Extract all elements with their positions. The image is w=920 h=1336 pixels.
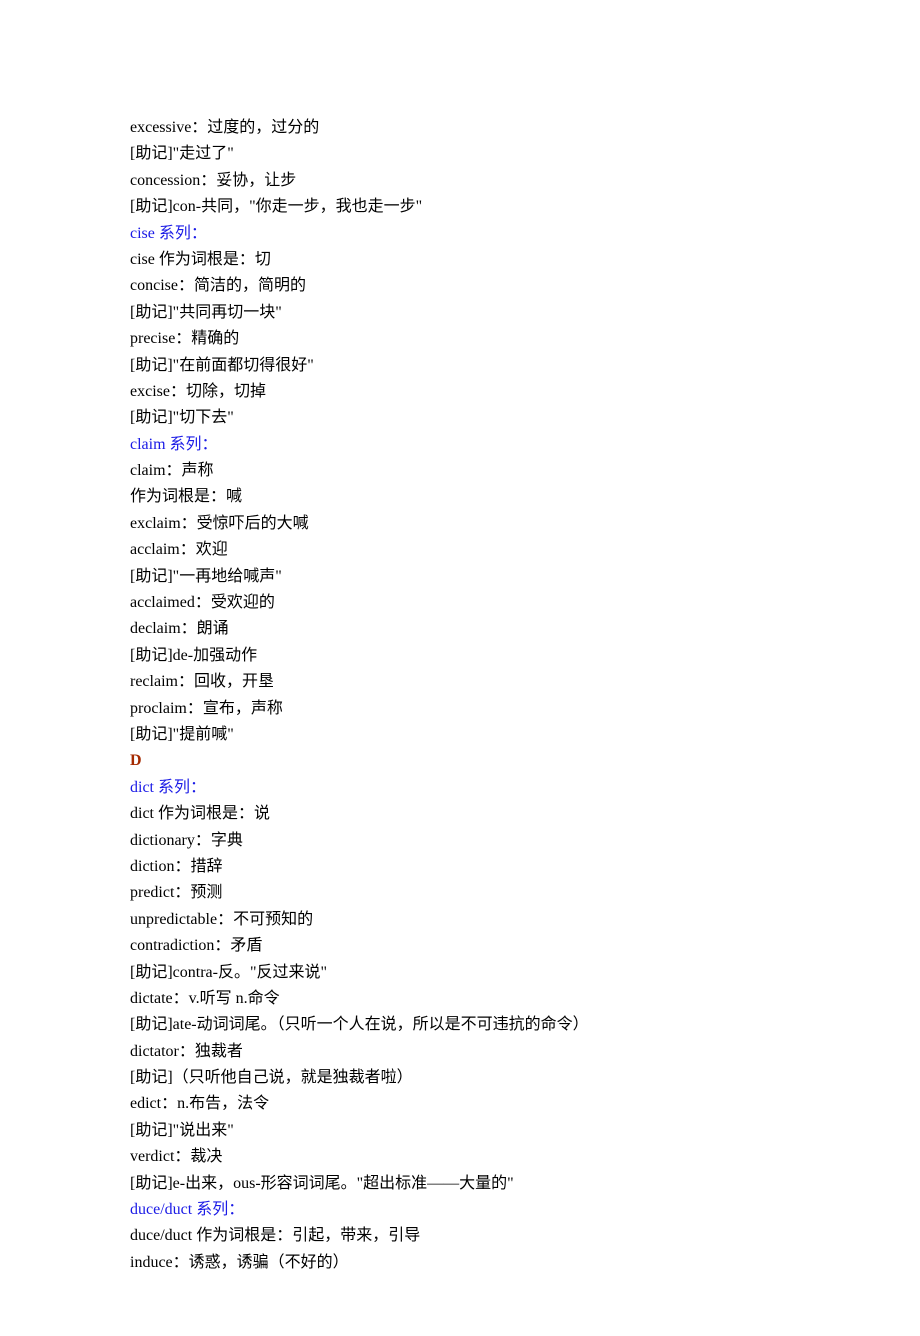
text-line: [助记]"走过了": [130, 141, 790, 167]
section-heading: dict 系列：: [130, 775, 790, 801]
text-line: reclaim：回收，开垦: [130, 669, 790, 695]
text-line: [助记]"一再地给喊声": [130, 564, 790, 590]
text-line: [助记]con-共同，"你走一步，我也走一步": [130, 194, 790, 220]
document-page: excessive：过度的，过分的[助记]"走过了"concession：妥协，…: [0, 0, 920, 1336]
text-line: [助记]"提前喊": [130, 722, 790, 748]
text-line: 作为词根是：喊: [130, 484, 790, 510]
text-line: acclaim：欢迎: [130, 537, 790, 563]
text-line: contradiction：矛盾: [130, 933, 790, 959]
text-line: cise 作为词根是：切: [130, 247, 790, 273]
text-line: induce：诱惑，诱骗（不好的）: [130, 1250, 790, 1276]
text-line: exclaim：受惊吓后的大喊: [130, 511, 790, 537]
text-line: [助记]"在前面都切得很好": [130, 353, 790, 379]
text-line: excise：切除，切掉: [130, 379, 790, 405]
text-line: edict：n.布告，法令: [130, 1091, 790, 1117]
text-line: [助记]contra-反。"反过来说": [130, 960, 790, 986]
text-line: duce/duct 作为词根是：引起，带来，引导: [130, 1223, 790, 1249]
text-line: unpredictable：不可预知的: [130, 907, 790, 933]
text-line: dictator：独裁者: [130, 1039, 790, 1065]
text-line: dictionary：字典: [130, 828, 790, 854]
text-line: [助记]（只听他自己说，就是独裁者啦）: [130, 1065, 790, 1091]
text-line: excessive：过度的，过分的: [130, 115, 790, 141]
section-heading: claim 系列：: [130, 432, 790, 458]
text-line: [助记]ate-动词词尾。（只听一个人在说，所以是不可违抗的命令）: [130, 1012, 790, 1038]
text-line: predict：预测: [130, 880, 790, 906]
letter-heading: D: [130, 748, 790, 774]
text-line: claim：声称: [130, 458, 790, 484]
text-line: concise：简洁的，简明的: [130, 273, 790, 299]
text-line: diction：措辞: [130, 854, 790, 880]
text-line: [助记]de-加强动作: [130, 643, 790, 669]
text-line: [助记]"共同再切一块": [130, 300, 790, 326]
section-heading: cise 系列：: [130, 221, 790, 247]
section-heading: duce/duct 系列：: [130, 1197, 790, 1223]
text-line: verdict：裁决: [130, 1144, 790, 1170]
text-line: [助记]"切下去": [130, 405, 790, 431]
text-line: acclaimed：受欢迎的: [130, 590, 790, 616]
text-line: dict 作为词根是：说: [130, 801, 790, 827]
text-line: [助记]e-出来，ous-形容词词尾。"超出标准——大量的": [130, 1171, 790, 1197]
text-line: dictate：v.听写 n.命令: [130, 986, 790, 1012]
text-line: [助记]"说出来": [130, 1118, 790, 1144]
text-line: precise：精确的: [130, 326, 790, 352]
text-line: declaim：朗诵: [130, 616, 790, 642]
text-line: concession：妥协，让步: [130, 168, 790, 194]
text-line: proclaim：宣布，声称: [130, 696, 790, 722]
